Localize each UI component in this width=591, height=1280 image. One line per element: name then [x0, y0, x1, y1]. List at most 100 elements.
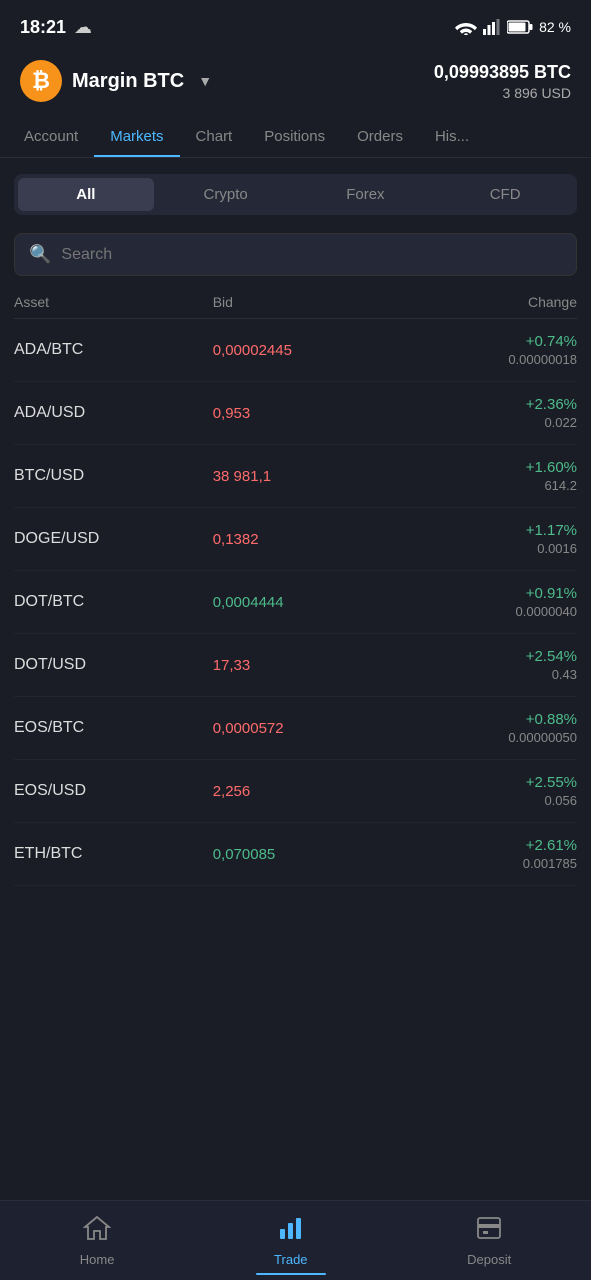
account-info[interactable]: ₿ Margin BTC ▼	[20, 60, 212, 102]
row-bid: 0,0000572	[213, 720, 412, 737]
tab-positions[interactable]: Positions	[248, 116, 341, 157]
nav-trade[interactable]: Trade	[254, 1207, 327, 1275]
row-asset: DOGE/USD	[14, 530, 213, 548]
row-change: +0.91% 0.0000040	[411, 585, 577, 619]
filter-buttons: All Crypto Forex CFD	[14, 174, 577, 215]
table-row[interactable]: BTC/USD 38 981,1 +1.60% 614.2	[14, 445, 577, 508]
row-change: +1.60% 614.2	[411, 459, 577, 493]
row-bid: 2,256	[213, 783, 412, 800]
filter-cfd[interactable]: CFD	[437, 178, 573, 211]
tab-markets[interactable]: Markets	[94, 116, 179, 157]
row-asset: ADA/BTC	[14, 341, 213, 359]
change-val: 0.0016	[411, 541, 577, 556]
table-row[interactable]: DOT/USD 17,33 +2.54% 0.43	[14, 634, 577, 697]
nav-tabs: Account Markets Chart Positions Orders H…	[0, 116, 591, 158]
btc-logo: ₿	[20, 60, 62, 102]
balance-usd: 3 896 USD	[434, 85, 571, 101]
header-bid: Bid	[213, 294, 412, 310]
search-box[interactable]: 🔍	[14, 233, 577, 276]
change-val: 0.0000040	[411, 604, 577, 619]
row-change: +2.61% 0.001785	[411, 837, 577, 871]
change-pct: +2.61%	[411, 837, 577, 854]
change-val: 614.2	[411, 478, 577, 493]
tab-history[interactable]: His...	[419, 116, 485, 157]
status-icons: 82 %	[455, 19, 571, 35]
table-body: ADA/BTC 0,00002445 +0.74% 0.00000018 ADA…	[14, 319, 577, 886]
tab-orders[interactable]: Orders	[341, 116, 419, 157]
change-pct: +1.60%	[411, 459, 577, 476]
row-change: +1.17% 0.0016	[411, 522, 577, 556]
row-bid: 0,1382	[213, 531, 412, 548]
cloud-icon: ☁	[74, 17, 92, 38]
nav-trade-label: Trade	[274, 1252, 307, 1267]
change-pct: +2.55%	[411, 774, 577, 791]
change-val: 0.001785	[411, 856, 577, 871]
row-bid: 38 981,1	[213, 468, 412, 485]
row-bid: 0,070085	[213, 846, 412, 863]
row-bid: 0,00002445	[213, 342, 412, 359]
table-header: Asset Bid Change	[14, 282, 577, 319]
row-asset: ETH/BTC	[14, 845, 213, 863]
change-pct: +0.91%	[411, 585, 577, 602]
nav-home[interactable]: Home	[60, 1207, 135, 1275]
market-table: Asset Bid Change ADA/BTC 0,00002445 +0.7…	[0, 282, 591, 886]
filter-all[interactable]: All	[18, 178, 154, 211]
balance-info: 0,09993895 BTC 3 896 USD	[434, 62, 571, 101]
filter-crypto[interactable]: Crypto	[158, 178, 294, 211]
row-bid: 0,953	[213, 405, 412, 422]
filter-forex[interactable]: Forex	[298, 178, 434, 211]
change-pct: +0.74%	[411, 333, 577, 350]
status-time: 18:21	[20, 17, 66, 38]
battery-pct: 82 %	[539, 19, 571, 35]
row-asset: DOT/BTC	[14, 593, 213, 611]
bottom-nav: Home Trade Deposit	[0, 1200, 591, 1280]
dropdown-icon[interactable]: ▼	[198, 73, 212, 89]
table-row[interactable]: ADA/BTC 0,00002445 +0.74% 0.00000018	[14, 319, 577, 382]
nav-deposit[interactable]: Deposit	[447, 1207, 531, 1275]
change-val: 0.022	[411, 415, 577, 430]
row-bid: 0,0004444	[213, 594, 412, 611]
table-row[interactable]: EOS/BTC 0,0000572 +0.88% 0.00000050	[14, 697, 577, 760]
filter-section: All Crypto Forex CFD	[0, 158, 591, 223]
table-row[interactable]: ETH/BTC 0,070085 +2.61% 0.001785	[14, 823, 577, 886]
row-bid: 17,33	[213, 657, 412, 674]
home-icon	[83, 1215, 111, 1248]
row-asset: ADA/USD	[14, 404, 213, 422]
change-val: 0.056	[411, 793, 577, 808]
change-pct: +0.88%	[411, 711, 577, 728]
status-bar: 18:21 ☁ 82 %	[0, 0, 591, 50]
row-asset: BTC/USD	[14, 467, 213, 485]
search-icon: 🔍	[29, 244, 51, 265]
row-asset: DOT/USD	[14, 656, 213, 674]
row-change: +2.54% 0.43	[411, 648, 577, 682]
signal-icon	[483, 19, 501, 35]
balance-btc: 0,09993895 BTC	[434, 62, 571, 83]
battery-icon	[507, 20, 533, 34]
row-asset: EOS/USD	[14, 782, 213, 800]
nav-home-label: Home	[80, 1252, 115, 1267]
header-change: Change	[411, 294, 577, 310]
wifi-icon	[455, 19, 477, 35]
row-change: +0.88% 0.00000050	[411, 711, 577, 745]
table-row[interactable]: ADA/USD 0,953 +2.36% 0.022	[14, 382, 577, 445]
change-val: 0.00000050	[411, 730, 577, 745]
search-input[interactable]	[61, 246, 562, 264]
row-change: +2.55% 0.056	[411, 774, 577, 808]
row-change: +2.36% 0.022	[411, 396, 577, 430]
chart-bar-icon	[277, 1215, 305, 1248]
change-pct: +1.17%	[411, 522, 577, 539]
table-row[interactable]: DOGE/USD 0,1382 +1.17% 0.0016	[14, 508, 577, 571]
tab-chart[interactable]: Chart	[180, 116, 249, 157]
change-pct: +2.54%	[411, 648, 577, 665]
search-section: 🔍	[0, 223, 591, 282]
table-row[interactable]: EOS/USD 2,256 +2.55% 0.056	[14, 760, 577, 823]
header: ₿ Margin BTC ▼ 0,09993895 BTC 3 896 USD	[0, 50, 591, 116]
row-asset: EOS/BTC	[14, 719, 213, 737]
change-val: 0.43	[411, 667, 577, 682]
header-asset: Asset	[14, 294, 213, 310]
deposit-icon	[475, 1215, 503, 1248]
change-val: 0.00000018	[411, 352, 577, 367]
account-name: Margin BTC	[72, 70, 184, 93]
table-row[interactable]: DOT/BTC 0,0004444 +0.91% 0.0000040	[14, 571, 577, 634]
tab-account[interactable]: Account	[8, 116, 94, 157]
